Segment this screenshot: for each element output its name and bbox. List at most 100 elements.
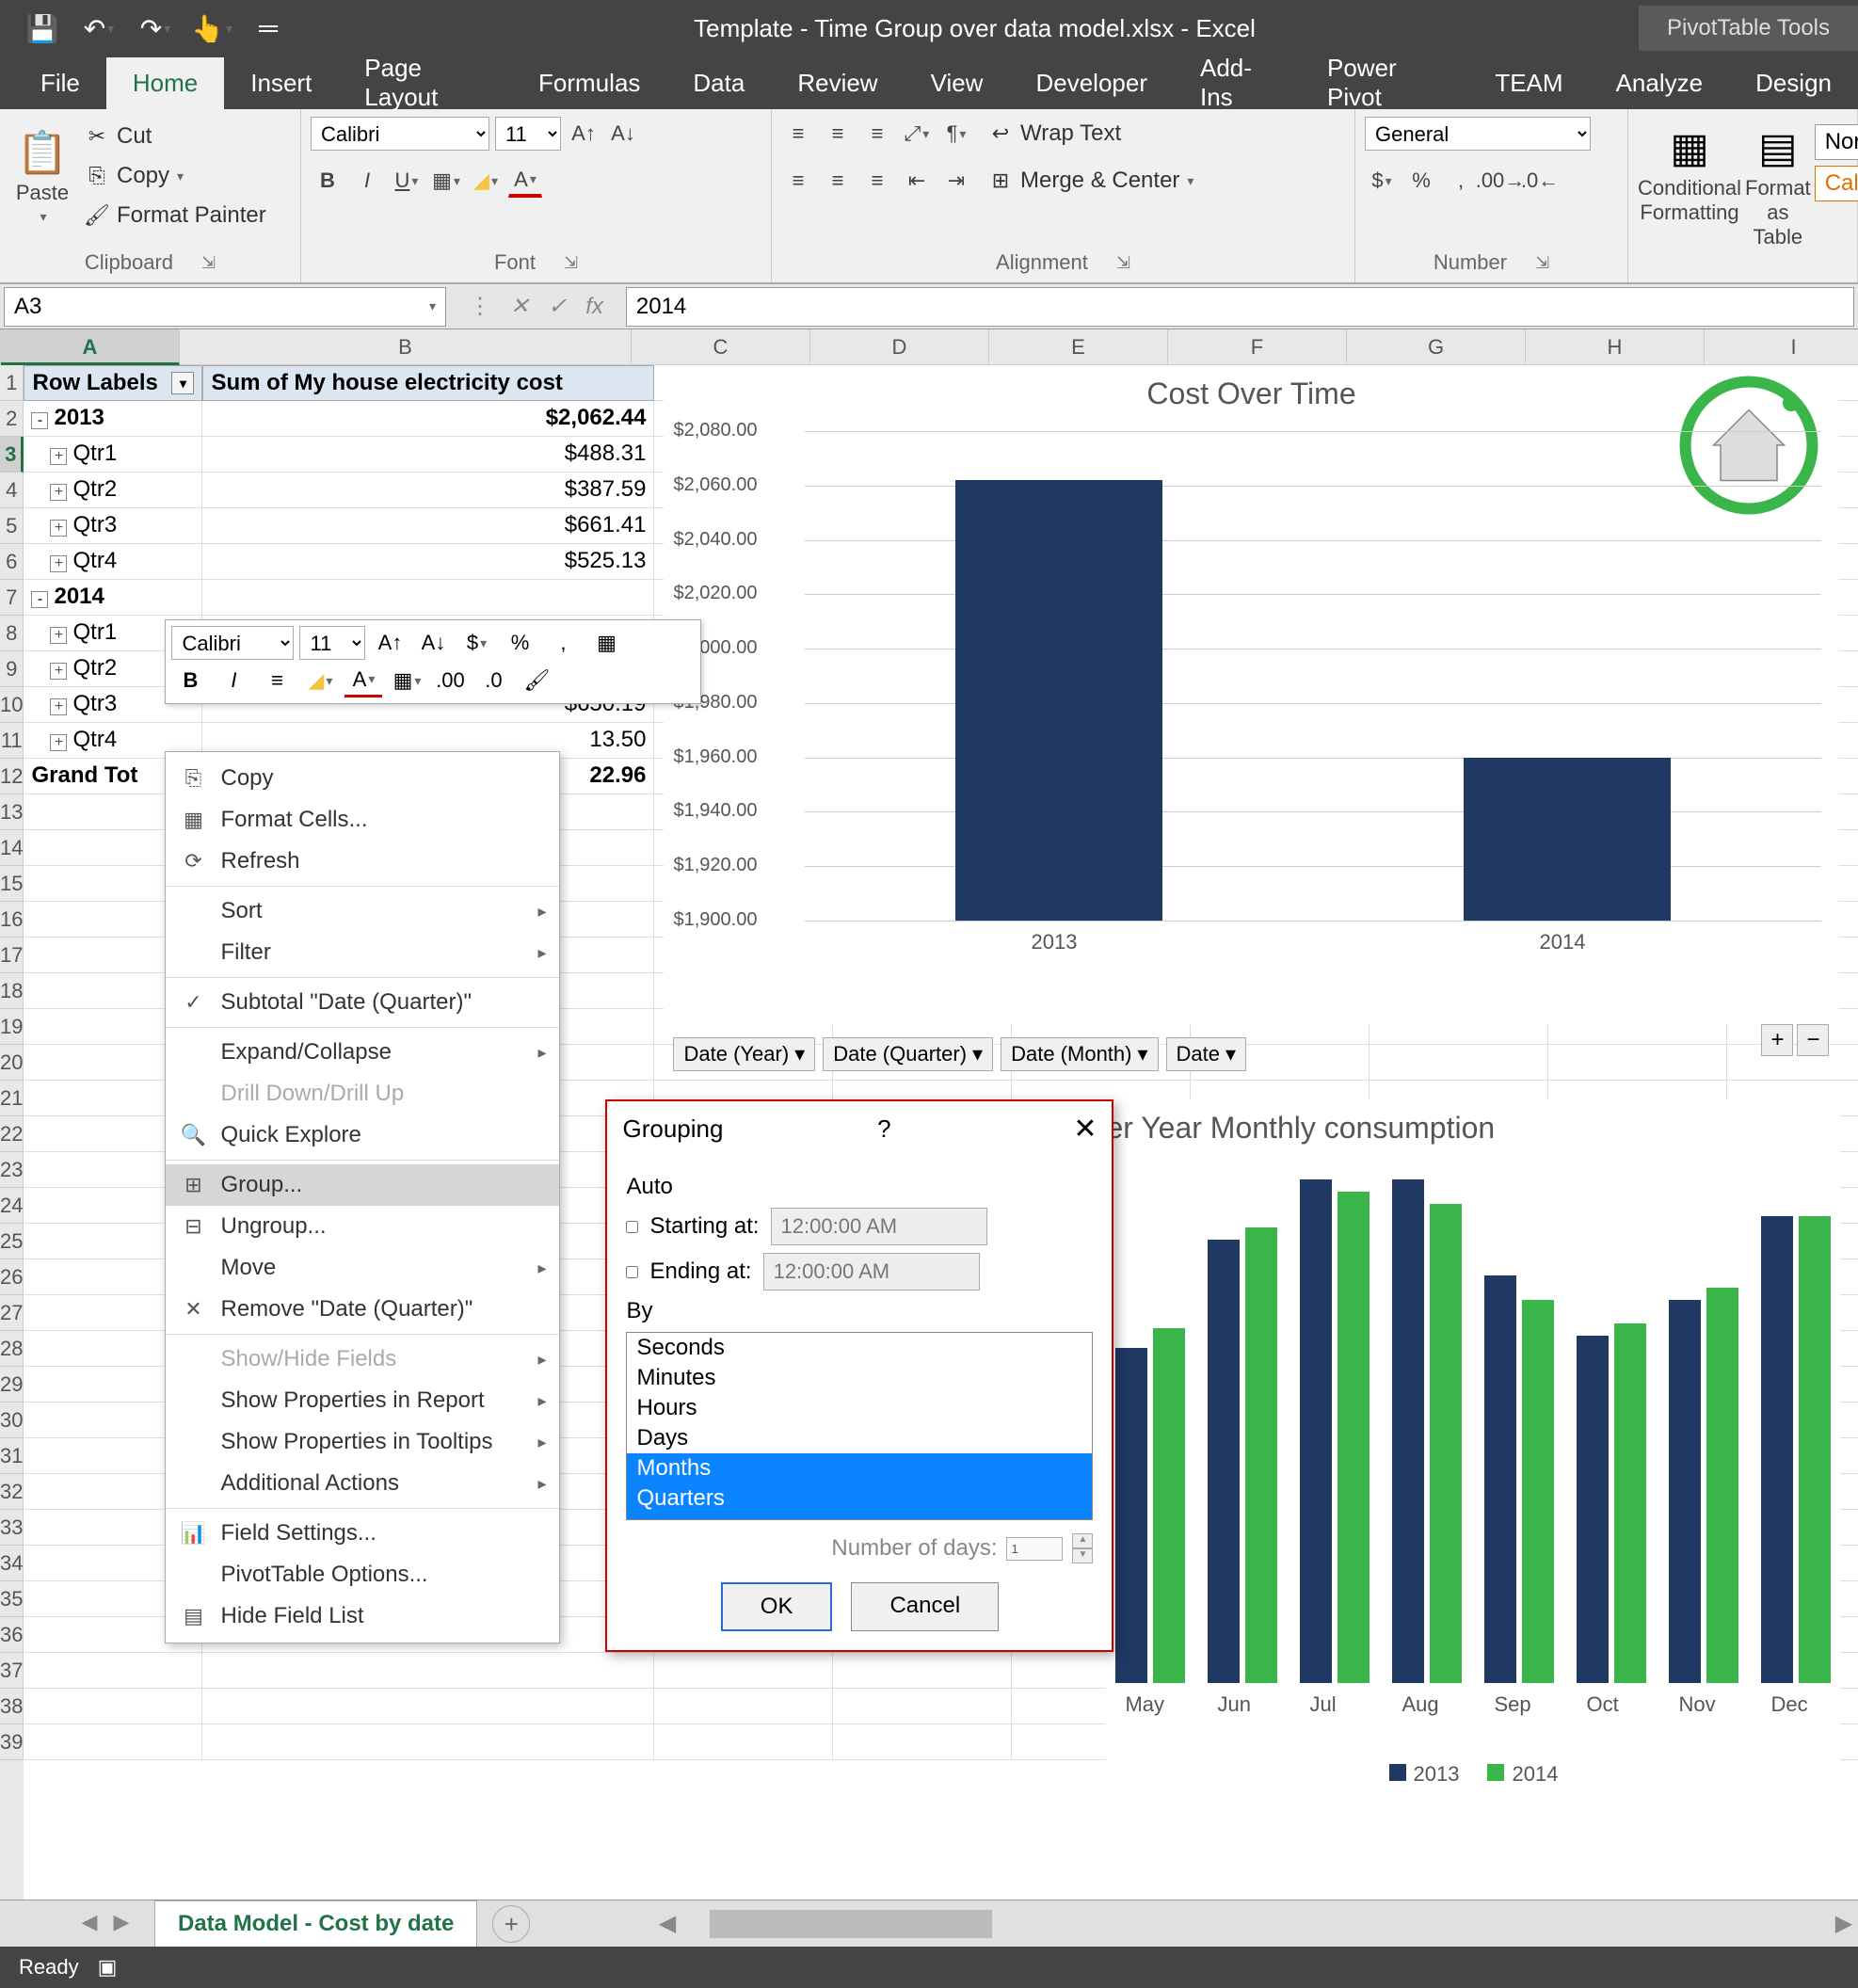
percent-icon[interactable]: % <box>1404 164 1438 198</box>
row-header-12[interactable]: 12 <box>0 759 24 794</box>
row-header-24[interactable]: 24 <box>0 1188 24 1224</box>
fx-icon[interactable]: fx <box>585 294 603 320</box>
mini-format-painter-icon[interactable]: 🖌 <box>518 664 555 697</box>
row-header-28[interactable]: 28 <box>0 1331 24 1367</box>
tab-home[interactable]: Home <box>106 57 224 109</box>
decrease-indent-icon[interactable]: ⇤ <box>900 164 934 198</box>
tab-design[interactable]: Design <box>1729 57 1858 109</box>
tab-view[interactable]: View <box>905 57 1010 109</box>
increase-indent-icon[interactable]: ⇥ <box>939 164 973 198</box>
menu-hide-field-list[interactable]: ▤Hide Field List <box>166 1595 559 1637</box>
expand-formula-bar-icon[interactable]: ⋮ <box>469 293 491 320</box>
row-header-39[interactable]: 39 <box>0 1724 24 1760</box>
mini-shrink-font-icon[interactable]: A↓ <box>414 626 452 660</box>
row-header-2[interactable]: 2 <box>0 401 24 437</box>
row-header-1[interactable]: 1 <box>0 365 24 401</box>
spinner-down-icon[interactable]: ▼ <box>1072 1548 1093 1563</box>
row-header-7[interactable]: 7 <box>0 580 24 616</box>
enter-formula-icon[interactable]: ✓ <box>548 293 567 320</box>
ok-button[interactable]: OK <box>721 1582 833 1631</box>
tab-review[interactable]: Review <box>771 57 904 109</box>
pivot-row-label[interactable]: +Qtr2 <box>24 473 202 508</box>
tab-formulas[interactable]: Formulas <box>512 57 666 109</box>
col-header-C[interactable]: C <box>632 329 810 365</box>
row-header-18[interactable]: 18 <box>0 973 24 1009</box>
mini-bold-icon[interactable]: B <box>171 664 209 697</box>
format-painter-button[interactable]: 🖌Format Painter <box>75 198 274 233</box>
mini-table-icon[interactable]: ▦ <box>587 626 625 660</box>
tab-file[interactable]: File <box>14 57 106 109</box>
row-header-27[interactable]: 27 <box>0 1295 24 1331</box>
col-header-D[interactable]: D <box>810 329 989 365</box>
menu-additional-actions[interactable]: Additional Actions▸ <box>166 1463 559 1504</box>
col-header-E[interactable]: E <box>989 329 1168 365</box>
mini-size-select[interactable]: 11 <box>299 626 365 660</box>
col-header-F[interactable]: F <box>1168 329 1347 365</box>
ending-at-checkbox[interactable] <box>626 1266 638 1278</box>
row-header-19[interactable]: 19 <box>0 1009 24 1045</box>
row-header-4[interactable]: 4 <box>0 473 24 508</box>
row-header-35[interactable]: 35 <box>0 1581 24 1617</box>
row-header-31[interactable]: 31 <box>0 1438 24 1474</box>
tab-insert[interactable]: Insert <box>224 57 338 109</box>
merge-center-button[interactable]: ⊞Merge & Center▾ <box>979 163 1201 199</box>
row-header-17[interactable]: 17 <box>0 938 24 973</box>
by-list[interactable]: SecondsMinutesHoursDaysMonthsQuartersYea… <box>626 1332 1093 1520</box>
cancel-formula-icon[interactable]: ✕ <box>510 293 529 320</box>
chart-filter[interactable]: Date ▾ <box>1166 1037 1247 1071</box>
align-top-icon[interactable]: ≡ <box>781 117 815 151</box>
menu-show-props-report[interactable]: Show Properties in Report▸ <box>166 1380 559 1421</box>
tab-team[interactable]: TEAM <box>1468 57 1589 109</box>
row-header-29[interactable]: 29 <box>0 1367 24 1403</box>
number-launcher-icon[interactable]: ⇲ <box>1535 253 1549 273</box>
cell-style-calculation[interactable]: Calc <box>1815 166 1858 201</box>
currency-icon[interactable]: $▾ <box>1365 164 1399 198</box>
wrap-text-button[interactable]: ↩Wrap Text <box>979 116 1129 152</box>
mini-italic-icon[interactable]: I <box>215 664 252 697</box>
by-item[interactable]: Years <box>627 1514 1092 1520</box>
starting-at-input[interactable] <box>771 1208 987 1245</box>
decrease-decimal-icon[interactable]: .0← <box>1523 164 1557 198</box>
redo-icon[interactable]: ↷▾ <box>132 5 179 52</box>
row-header-38[interactable]: 38 <box>0 1689 24 1724</box>
pivot-row-label[interactable]: -2014 <box>24 580 202 616</box>
by-item[interactable]: Days <box>627 1423 1092 1453</box>
clipboard-launcher-icon[interactable]: ⇲ <box>201 253 216 273</box>
menu-ungroup[interactable]: ⊟Ungroup... <box>166 1206 559 1247</box>
menu-field-settings[interactable]: 📊Field Settings... <box>166 1513 559 1554</box>
dialog-help-icon[interactable]: ? <box>877 1114 890 1144</box>
mini-fill-icon[interactable]: ◢▾ <box>301 664 339 697</box>
filter-icon[interactable]: ▾ <box>171 372 194 394</box>
by-item[interactable]: Seconds <box>627 1333 1092 1363</box>
tab-nav-prev-icon[interactable]: ◀ <box>75 1910 104 1938</box>
tab-analyze[interactable]: Analyze <box>1590 57 1730 109</box>
cut-button[interactable]: ✂Cut <box>75 119 274 154</box>
expand-icon[interactable]: + <box>50 520 67 537</box>
row-header-25[interactable]: 25 <box>0 1224 24 1259</box>
menu-sort[interactable]: Sort▸ <box>166 890 559 932</box>
tab-data[interactable]: Data <box>666 57 771 109</box>
row-header-20[interactable]: 20 <box>0 1045 24 1081</box>
row-header-36[interactable]: 36 <box>0 1617 24 1653</box>
row-header-32[interactable]: 32 <box>0 1474 24 1510</box>
menu-move[interactable]: Move▸ <box>166 1247 559 1289</box>
pivot-row-label[interactable]: +Qtr4 <box>24 544 202 580</box>
sheet-tab[interactable]: Data Model - Cost by date <box>154 1900 477 1947</box>
font-name-select[interactable]: Calibri <box>311 117 489 151</box>
row-header-33[interactable]: 33 <box>0 1510 24 1546</box>
row-header-21[interactable]: 21 <box>0 1081 24 1116</box>
num-days-input[interactable] <box>1006 1537 1063 1561</box>
pivot-row-label[interactable]: -2013 <box>24 401 202 437</box>
format-as-table-button[interactable]: ▤ Format as Table <box>1741 115 1815 259</box>
ending-at-input[interactable] <box>763 1253 980 1291</box>
row-header-5[interactable]: 5 <box>0 508 24 544</box>
mini-dec-decimal-icon[interactable]: .0 <box>474 664 512 697</box>
expand-icon[interactable]: + <box>50 734 67 751</box>
mini-currency-icon[interactable]: $▾ <box>457 626 495 660</box>
row-header-26[interactable]: 26 <box>0 1259 24 1295</box>
row-header-22[interactable]: 22 <box>0 1116 24 1152</box>
increase-font-icon[interactable]: A↑ <box>567 117 601 151</box>
menu-subtotal[interactable]: ✓Subtotal "Date (Quarter)" <box>166 982 559 1023</box>
row-header-16[interactable]: 16 <box>0 902 24 938</box>
menu-pivot-options[interactable]: PivotTable Options... <box>166 1554 559 1595</box>
